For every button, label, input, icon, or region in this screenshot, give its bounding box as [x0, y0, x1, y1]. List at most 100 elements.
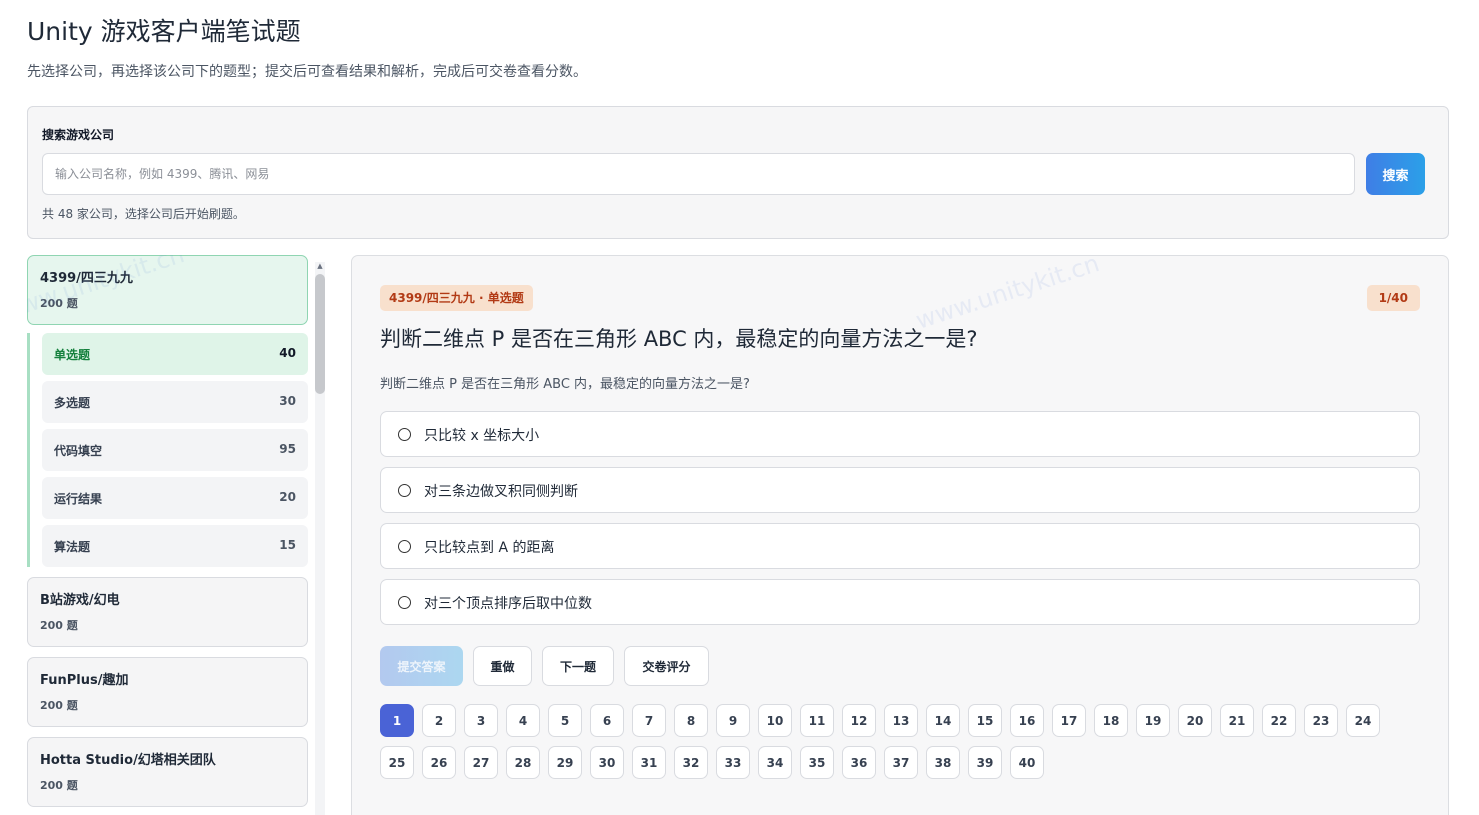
company-name: FunPlus/趣加 [40, 673, 129, 688]
question-number-button[interactable]: 16 [1010, 704, 1044, 737]
question-number-button[interactable]: 19 [1136, 704, 1170, 737]
question-number-button[interactable]: 27 [464, 746, 498, 779]
question-number-button[interactable]: 28 [506, 746, 540, 779]
type-item-run-result[interactable]: 运行结果 20 [42, 477, 308, 519]
option-c[interactable]: 只比较点到 A 的距离 [380, 523, 1420, 569]
question-number-button[interactable]: 34 [758, 746, 792, 779]
question-number-button[interactable]: 29 [548, 746, 582, 779]
question-number-button[interactable]: 36 [842, 746, 876, 779]
reset-button[interactable]: 重做 [473, 646, 532, 686]
company-search-panel: 搜索游戏公司 搜索 共 48 家公司，选择公司后开始刷题。 [27, 106, 1449, 239]
question-description: 判断二维点 P 是否在三角形 ABC 内，最稳定的向量方法之一是? [380, 377, 750, 392]
question-number-button[interactable]: 38 [926, 746, 960, 779]
company-sidebar: 4399/四三九九 200 题 单选题 40 多选题 30 代码填空 95 运行… [27, 255, 327, 815]
search-label: 搜索游戏公司 [42, 128, 115, 142]
question-number-button[interactable]: 4 [506, 704, 540, 737]
option-text: 只比较点到 A 的距离 [424, 540, 555, 556]
company-question-count: 200 题 [40, 619, 78, 632]
question-number-button[interactable]: 9 [716, 704, 750, 737]
question-number-button[interactable]: 25 [380, 746, 414, 779]
type-count: 95 [279, 442, 296, 456]
type-count: 20 [279, 490, 296, 504]
type-name: 多选题 [54, 396, 91, 410]
question-number-button[interactable]: 31 [632, 746, 666, 779]
company-search-input[interactable] [42, 153, 1355, 195]
type-count: 30 [279, 394, 296, 408]
type-name: 代码填空 [54, 444, 103, 458]
company-item-funplus[interactable]: FunPlus/趣加 200 题 [27, 657, 308, 727]
option-text: 只比较 x 坐标大小 [424, 428, 540, 444]
radio-button[interactable] [398, 484, 411, 497]
question-number-button[interactable]: 11 [800, 704, 834, 737]
type-name: 算法题 [54, 540, 91, 554]
type-name: 运行结果 [54, 492, 103, 506]
type-item-multiple-choice[interactable]: 多选题 30 [42, 381, 308, 423]
company-question-count: 200 题 [40, 297, 78, 310]
type-item-single-choice[interactable]: 单选题 40 [42, 333, 308, 375]
question-number-button[interactable]: 15 [968, 704, 1002, 737]
type-count: 15 [279, 538, 296, 552]
question-number-button[interactable]: 39 [968, 746, 1002, 779]
question-number-button[interactable]: 30 [590, 746, 624, 779]
search-hint: 共 48 家公司，选择公司后开始刷题。 [42, 207, 245, 221]
type-item-algorithm[interactable]: 算法题 15 [42, 525, 308, 567]
question-number-button[interactable]: 24 [1346, 704, 1380, 737]
question-title: 判断二维点 P 是否在三角形 ABC 内，最稳定的向量方法之一是? [380, 327, 978, 351]
option-text: 对三条边做叉积同侧判断 [424, 484, 578, 500]
type-count: 40 [279, 346, 296, 360]
question-number-button[interactable]: 35 [800, 746, 834, 779]
question-number-button[interactable]: 20 [1178, 704, 1212, 737]
question-number-button[interactable]: 32 [674, 746, 708, 779]
question-number-button[interactable]: 14 [926, 704, 960, 737]
option-text: 对三个顶点排序后取中位数 [424, 596, 592, 612]
page-title: Unity 游戏客户端笔试题 [27, 17, 301, 46]
question-number-button[interactable]: 3 [464, 704, 498, 737]
watermark: www.unitykit.cn [912, 249, 1103, 335]
question-progress-badge: 1/40 [1366, 285, 1420, 311]
question-tag: 4399/四三九九 · 单选题 [380, 285, 533, 311]
radio-button[interactable] [398, 540, 411, 553]
question-number-button[interactable]: 22 [1262, 704, 1296, 737]
submit-answer-button[interactable]: 提交答案 [380, 646, 463, 686]
question-number-button[interactable]: 6 [590, 704, 624, 737]
type-name: 单选题 [54, 348, 91, 362]
type-item-code-fill[interactable]: 代码填空 95 [42, 429, 308, 471]
question-number-button[interactable]: 2 [422, 704, 456, 737]
finish-exam-button[interactable]: 交卷评分 [624, 646, 709, 686]
search-button[interactable]: 搜索 [1366, 153, 1425, 195]
question-number-button[interactable]: 21 [1220, 704, 1254, 737]
question-number-button[interactable]: 37 [884, 746, 918, 779]
question-number-button[interactable]: 1 [380, 704, 414, 737]
company-question-count: 200 题 [40, 699, 78, 712]
question-number-button[interactable]: 33 [716, 746, 750, 779]
question-number-button[interactable]: 7 [632, 704, 666, 737]
option-b[interactable]: 对三条边做叉积同侧判断 [380, 467, 1420, 513]
question-number-button[interactable]: 23 [1304, 704, 1338, 737]
scroll-thumb[interactable] [315, 274, 325, 394]
page-subtitle: 先选择公司，再选择该公司下的题型；提交后可查看结果和解析，完成后可交卷查看分数。 [27, 64, 587, 80]
question-number-button[interactable]: 13 [884, 704, 918, 737]
radio-button[interactable] [398, 428, 411, 441]
question-number-button[interactable]: 12 [842, 704, 876, 737]
radio-button[interactable] [398, 596, 411, 609]
scroll-up-arrow-icon[interactable]: ▲ [315, 262, 325, 270]
option-a[interactable]: 只比较 x 坐标大小 [380, 411, 1420, 457]
question-number-button[interactable]: 40 [1010, 746, 1044, 779]
question-number-button[interactable]: 8 [674, 704, 708, 737]
question-panel: www.unitykit.cn 4399/四三九九 · 单选题 1/40 判断二… [351, 249, 1449, 815]
next-question-button[interactable]: 下一题 [542, 646, 614, 686]
question-number-button[interactable]: 5 [548, 704, 582, 737]
company-item-4399[interactable]: 4399/四三九九 200 题 [27, 255, 308, 325]
question-type-list: 单选题 40 多选题 30 代码填空 95 运行结果 20 算法题 15 [27, 333, 308, 567]
sidebar-scrollbar[interactable]: ▲ [315, 262, 325, 815]
company-name: 4399/四三九九 [40, 271, 133, 286]
company-name: Hotta Studio/幻塔相关团队 [40, 753, 216, 768]
question-number-button[interactable]: 10 [758, 704, 792, 737]
company-question-count: 200 题 [40, 779, 78, 792]
question-number-button[interactable]: 17 [1052, 704, 1086, 737]
question-number-button[interactable]: 18 [1094, 704, 1128, 737]
company-item-hotta[interactable]: Hotta Studio/幻塔相关团队 200 题 [27, 737, 308, 807]
company-item-bilibili[interactable]: B站游戏/幻电 200 题 [27, 577, 308, 647]
question-number-button[interactable]: 26 [422, 746, 456, 779]
option-d[interactable]: 对三个顶点排序后取中位数 [380, 579, 1420, 625]
